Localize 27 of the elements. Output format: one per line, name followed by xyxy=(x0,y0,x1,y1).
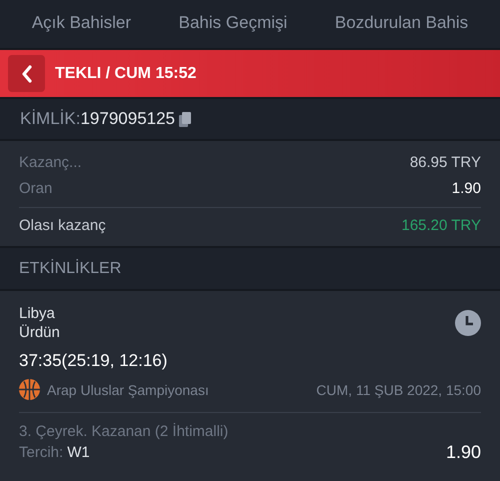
bet-title: TEKLI / CUM 15:52 xyxy=(55,64,196,82)
odds-value: 1.90 xyxy=(446,442,481,463)
pick-label: Tercih: xyxy=(19,444,64,461)
summary-label: Olası kazanç xyxy=(19,216,106,234)
summary-label: Kazanç... xyxy=(19,154,82,170)
summary-value: 86.95 TRY xyxy=(410,154,481,170)
section-title: ETKİNLİKLER xyxy=(19,260,122,278)
pick-value: W1 xyxy=(67,444,91,461)
tab[interactable]: Açık Bahisler xyxy=(26,9,138,39)
summary-value: 1.90 xyxy=(452,180,481,196)
back-button[interactable] xyxy=(8,55,45,92)
chevron-left-icon xyxy=(20,64,34,82)
copy-icon[interactable] xyxy=(179,112,192,126)
id-label: KİMLİK: xyxy=(20,109,80,129)
summary-value: 165.20 TRY xyxy=(401,216,481,234)
team-name: Libya xyxy=(19,305,56,322)
basketball-icon xyxy=(19,379,40,400)
market-name: 3. Çeyrek. Kazanan (2 İhtimalli) xyxy=(19,423,230,440)
league-name: Arap Uluslar Şampiyonası xyxy=(47,382,210,398)
summary-label: Oran xyxy=(19,180,52,196)
tab[interactable]: Bahis Geçmişi xyxy=(172,9,294,39)
team-name: Ürdün xyxy=(19,324,60,341)
clock-icon xyxy=(455,310,481,336)
score-text: 37:35(25:19, 12:16) xyxy=(19,351,168,371)
event-date: CUM, 11 ŞUB 2022, 15:00 xyxy=(316,382,481,398)
id-value: 1979095125 xyxy=(80,109,176,129)
tab[interactable]: Bozdurulan Bahis xyxy=(328,9,474,39)
